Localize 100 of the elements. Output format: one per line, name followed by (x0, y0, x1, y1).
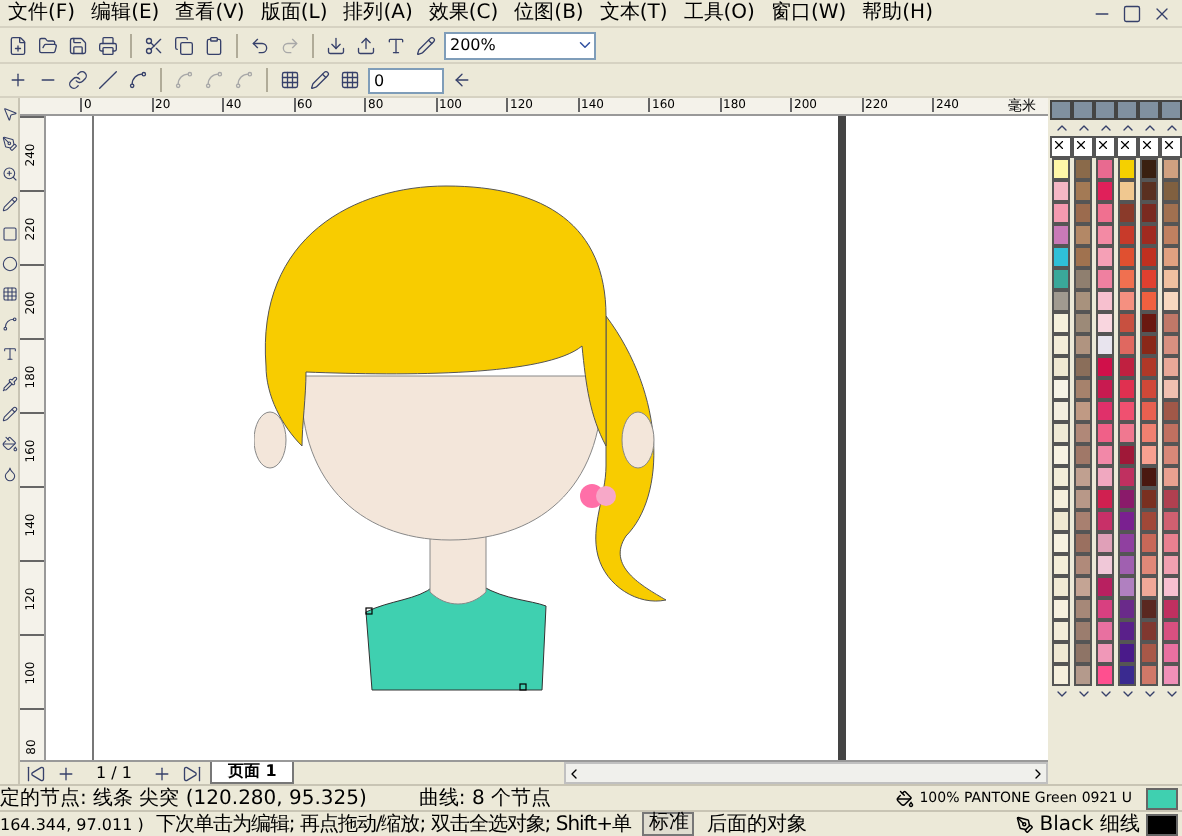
import-icon[interactable] (324, 33, 348, 57)
color-swatch[interactable] (1074, 400, 1092, 422)
color-swatch[interactable] (1118, 224, 1136, 246)
color-swatch[interactable] (1074, 510, 1092, 532)
copy-icon[interactable] (172, 33, 196, 57)
color-swatch[interactable] (1074, 642, 1092, 664)
tool-icon[interactable] (0, 372, 21, 396)
color-swatch[interactable] (1162, 180, 1180, 202)
color-swatch[interactable] (1118, 180, 1136, 202)
color-swatch[interactable] (1140, 444, 1158, 466)
color-swatch[interactable] (1096, 334, 1114, 356)
color-swatch[interactable] (1140, 334, 1158, 356)
menu-item[interactable]: 工具(O) (683, 1, 755, 25)
scroll-left-icon[interactable] (566, 765, 582, 781)
color-swatch[interactable] (1096, 576, 1114, 598)
color-swatch[interactable] (1096, 422, 1114, 444)
color-swatch[interactable] (1096, 466, 1114, 488)
open-folder-icon[interactable] (36, 33, 60, 57)
color-swatch[interactable] (1052, 312, 1070, 334)
tool-icon[interactable] (0, 312, 21, 336)
color-swatch[interactable] (1096, 224, 1114, 246)
color-swatch[interactable] (1052, 400, 1070, 422)
color-swatch[interactable] (1162, 246, 1180, 268)
color-swatch[interactable] (1118, 422, 1136, 444)
color-swatch[interactable] (1118, 444, 1136, 466)
color-swatch[interactable] (1140, 642, 1158, 664)
to-line-icon[interactable] (96, 68, 120, 92)
color-swatch[interactable] (1162, 576, 1180, 598)
color-swatch[interactable] (1140, 576, 1158, 598)
color-swatch[interactable] (1162, 620, 1180, 642)
color-swatch[interactable] (1096, 620, 1114, 642)
color-swatch[interactable] (1096, 378, 1114, 400)
color-swatch[interactable] (1140, 356, 1158, 378)
color-swatch[interactable] (1162, 158, 1180, 180)
color-swatch[interactable] (1118, 378, 1136, 400)
color-swatch[interactable] (1074, 378, 1092, 400)
color-swatch[interactable] (1140, 422, 1158, 444)
color-swatch[interactable] (1096, 290, 1114, 312)
color-swatch[interactable] (1140, 510, 1158, 532)
color-swatch[interactable] (1096, 532, 1114, 554)
color-swatch[interactable] (1096, 268, 1114, 290)
color-swatch[interactable] (1074, 158, 1092, 180)
color-swatch[interactable] (1074, 290, 1092, 312)
color-swatch[interactable] (1074, 664, 1092, 686)
arrow-left-icon[interactable] (450, 68, 474, 92)
page-tab[interactable]: 页面 1 (209, 762, 295, 784)
color-swatch[interactable] (1162, 202, 1180, 224)
color-swatch[interactable] (1074, 576, 1092, 598)
menu-item[interactable]: 版面(L) (260, 1, 328, 25)
color-swatch[interactable] (1118, 598, 1136, 620)
join-nodes-icon[interactable] (66, 68, 90, 92)
menu-item[interactable]: 编辑(E) (91, 1, 160, 25)
color-swatch[interactable] (1074, 312, 1092, 334)
color-swatch[interactable] (1096, 488, 1114, 510)
color-swatch[interactable] (1052, 642, 1070, 664)
color-swatch[interactable] (1162, 290, 1180, 312)
color-swatch[interactable] (1140, 532, 1158, 554)
color-swatch[interactable] (1096, 202, 1114, 224)
menu-item[interactable]: 效果(C) (428, 1, 499, 25)
scroll-right-icon[interactable] (1030, 765, 1046, 781)
color-swatch[interactable] (1052, 554, 1070, 576)
color-swatch[interactable] (1096, 554, 1114, 576)
to-curve-icon[interactable] (126, 68, 150, 92)
zoom-dropdown[interactable]: 200% (444, 31, 596, 59)
color-swatch[interactable] (1140, 400, 1158, 422)
color-swatch[interactable] (1118, 576, 1136, 598)
color-swatch[interactable] (1162, 532, 1180, 554)
tool-icon[interactable] (0, 342, 21, 366)
color-swatch[interactable] (1162, 268, 1180, 290)
color-swatch[interactable] (1140, 180, 1158, 202)
color-swatch[interactable] (1118, 620, 1136, 642)
color-swatch[interactable] (1096, 400, 1114, 422)
color-swatch[interactable] (1052, 422, 1070, 444)
menu-item[interactable]: 文件(F) (8, 1, 76, 25)
color-swatch[interactable] (1140, 246, 1158, 268)
color-swatch[interactable] (1140, 290, 1158, 312)
color-swatch[interactable] (1074, 444, 1092, 466)
color-swatch[interactable] (1074, 620, 1092, 642)
tool-icon[interactable] (0, 192, 21, 216)
menu-item[interactable]: 查看(V) (175, 1, 245, 25)
add-node-icon[interactable] (6, 68, 30, 92)
color-swatch[interactable] (1096, 180, 1114, 202)
clipboard-icon[interactable] (202, 33, 226, 57)
color-swatch[interactable] (1140, 554, 1158, 576)
color-swatch[interactable] (1118, 510, 1136, 532)
value-field[interactable]: 0 (368, 67, 444, 93)
color-swatch[interactable] (1096, 312, 1114, 334)
color-swatch[interactable] (1052, 334, 1070, 356)
pencil-icon[interactable] (308, 68, 332, 92)
color-swatch[interactable] (1052, 356, 1070, 378)
tool-icon[interactable] (0, 432, 21, 456)
color-swatch[interactable] (1162, 378, 1180, 400)
last-page-icon[interactable] (179, 761, 204, 785)
color-swatch[interactable] (1052, 466, 1070, 488)
color-swatch[interactable] (1096, 356, 1114, 378)
menu-item[interactable]: 帮助(H) (862, 1, 933, 25)
color-swatch[interactable] (1140, 268, 1158, 290)
color-swatch[interactable] (1052, 158, 1070, 180)
color-swatch[interactable] (1052, 620, 1070, 642)
color-swatch[interactable] (1140, 620, 1158, 642)
